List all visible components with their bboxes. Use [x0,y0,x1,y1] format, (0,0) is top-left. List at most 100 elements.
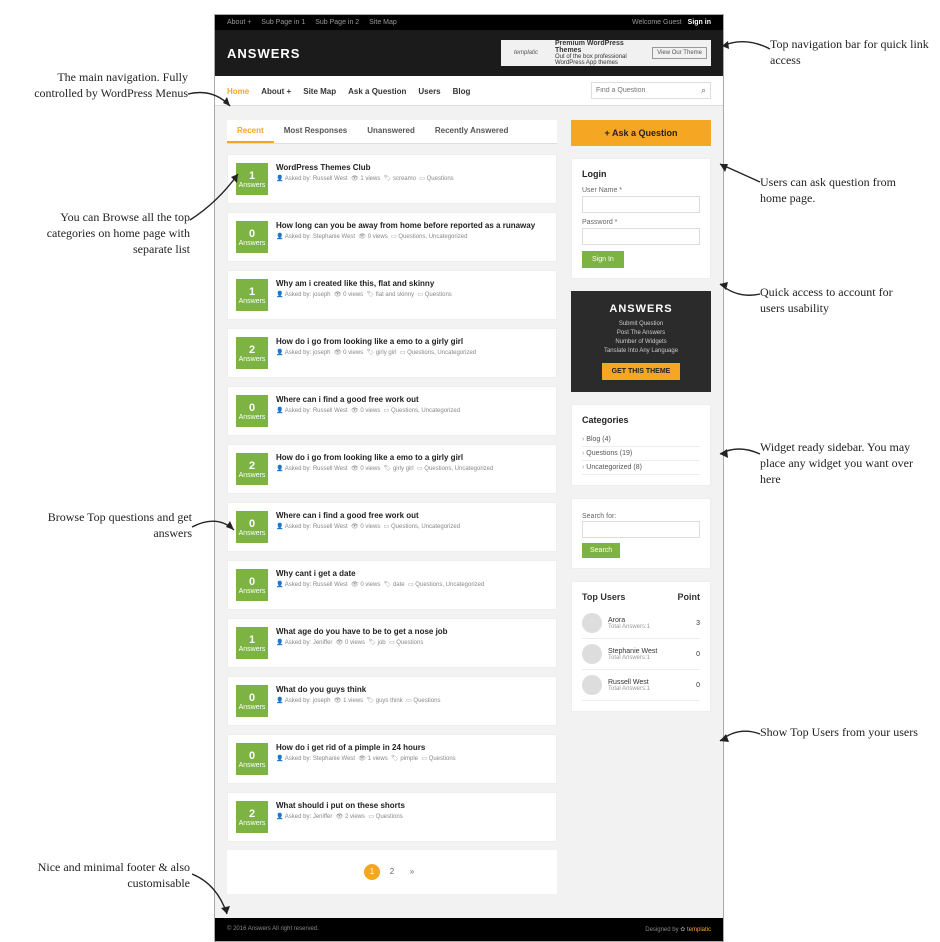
annot-login: Quick access to account for users usabil… [760,284,920,316]
welcome-text: Welcome Guest [632,19,682,26]
answer-count-badge: 1Answers [236,279,268,311]
get-theme-button[interactable]: GET THIS THEME [602,363,681,380]
tab-unanswered[interactable]: Unanswered [357,120,425,143]
search-icon[interactable]: ⌕ [701,85,706,96]
username-label: User Name * [582,187,700,194]
top-users-widget: Top Users Point AroraTotal Answers:13Ste… [571,581,711,712]
question-title[interactable]: How long can you be away from home befor… [276,221,535,230]
user-row[interactable]: Stephanie WestTotal Answers:10 [582,639,700,670]
search-for-label: Search for: [582,513,616,520]
site-logo[interactable]: ANSWERS [227,46,300,61]
header-ad[interactable]: templatic Premium WordPress ThemesOut of… [501,40,711,66]
question-meta: 👤 Asked by: joseph 👁 0 views 🏷 girly gir… [276,349,476,356]
question-item[interactable]: 0AnswersWhy cant i get a date👤 Asked by:… [227,560,557,610]
promo-widget: ANSWERS Submit Question Post The Answers… [571,291,711,392]
question-title[interactable]: What age do you have to be to get a nose… [276,627,448,636]
topbar-sitemap[interactable]: Site Map [369,19,397,26]
topbar-about[interactable]: About + [227,19,251,26]
question-item[interactable]: 2Answers What should i put on these short… [227,792,557,842]
question-item[interactable]: 2AnswersHow do i go from looking like a … [227,444,557,494]
login-widget: Login User Name * Password * Sign In [571,158,711,279]
question-item[interactable]: 0AnswersHow long can you be away from ho… [227,212,557,262]
tab-recently-answered[interactable]: Recently Answered [425,120,519,143]
user-name: Arora [608,617,690,624]
user-sub: Total Answers:1 [608,655,690,661]
question-meta: 👤 Asked by: Jeniffer 👁 0 views 🏷 job ▭ Q… [276,639,448,646]
answer-count-badge: 2Answers [236,801,268,833]
question-title[interactable]: Why cant i get a date [276,569,484,578]
nav-ask-a-question[interactable]: Ask a Question [348,87,406,96]
answer-count-badge: 0Answers [236,743,268,775]
signin-button[interactable]: Sign In [582,251,624,268]
page-1[interactable]: 1 [364,864,380,880]
promo-line1: Submit Question [579,321,703,327]
search-for-input[interactable] [582,521,700,538]
answer-count-badge: 1Answers [236,627,268,659]
question-meta: 👤 Asked by: joseph 👁 1 views 🏷 guys thin… [276,697,440,704]
ad-title: Premium WordPress Themes [555,40,624,54]
question-title[interactable]: WordPress Themes Club [276,163,454,172]
answer-count-badge: 0Answers [236,685,268,717]
question-meta: 👤 Asked by: Stephanie West 👁 0 views ▭ Q… [276,233,535,240]
question-title[interactable]: What do you guys think [276,685,440,694]
question-title[interactable]: How do i go from looking like a emo to a… [276,337,476,346]
question-meta: 👤 Asked by: Stephanie West 👁 1 views 🏷 p… [276,755,456,762]
search-input[interactable] [596,87,701,94]
top-bar: About + Sub Page in 1 Sub Page in 2 Site… [215,15,723,30]
signin-link[interactable]: Sign in [688,19,711,26]
category-item[interactable]: Uncategorized (8) [582,461,700,475]
password-label: Password * [582,219,700,226]
question-item[interactable]: 1Answers Why am i created like this, flat… [227,270,557,320]
page-»[interactable]: » [404,864,420,880]
password-input[interactable] [582,228,700,245]
nav-site-map[interactable]: Site Map [303,87,336,96]
ad-sub: Out of the box professional WordPress Ap… [555,54,627,66]
footer-brand[interactable]: templatic [687,927,711,933]
nav-users[interactable]: Users [418,87,440,96]
question-item[interactable]: 0AnswersWhere can i find a good free wor… [227,386,557,436]
question-meta: 👤 Asked by: Jeniffer 👁 2 views ▭ Questio… [276,813,405,820]
annot-browse-cats: You can Browse all the top categories on… [10,209,190,258]
annot-topnav: Top navigation bar for quick link access [770,36,930,68]
category-item[interactable]: Blog (4) [582,433,700,447]
topbar-sp1[interactable]: Sub Page in 1 [261,19,305,26]
question-item[interactable]: 1Answers What age do you have to be to ge… [227,618,557,668]
question-meta: 👤 Asked by: joseph 👁 0 views 🏷 flat and … [276,291,452,298]
answer-count-badge: 2Answers [236,337,268,369]
question-item[interactable]: 1AnswersWordPress Themes Club👤 Asked by:… [227,154,557,204]
annot-topq: Browse Top questions and get answers [32,509,192,541]
question-meta: 👤 Asked by: Russell West 👁 0 views 🏷 dat… [276,581,484,588]
question-tabs: RecentMost ResponsesUnansweredRecently A… [227,120,557,144]
question-list: 1Answers WordPress Themes Club 👤 Asked by:… [227,154,557,842]
search-for-button[interactable]: Search [582,543,620,558]
search-box[interactable]: ⌕ [591,82,711,99]
question-item[interactable]: 0Answers How do i get rid of a pimple in … [227,734,557,784]
question-title[interactable]: How do i get rid of a pimple in 24 hours [276,743,456,752]
question-meta: 👤 Asked by: Russell West 👁 0 views ▭ Que… [276,523,460,530]
question-item[interactable]: 0AnswersWhere can i find a good free wor… [227,502,557,552]
nav-home[interactable]: Home [227,87,249,96]
tab-recent[interactable]: Recent [227,120,274,143]
annot-footer: Nice and minimal footer & also customisa… [20,859,190,891]
question-title[interactable]: Why am i created like this, flat and ski… [276,279,452,288]
nav-blog[interactable]: Blog [453,87,471,96]
ask-question-button[interactable]: + Ask a Question [571,120,711,146]
ad-button[interactable]: View Our Theme [652,47,707,59]
category-item[interactable]: Questions (19) [582,447,700,461]
page-2[interactable]: 2 [384,864,400,880]
username-input[interactable] [582,196,700,213]
nav-about-[interactable]: About + [261,87,291,96]
app-screenshot: About + Sub Page in 1 Sub Page in 2 Site… [214,14,724,942]
question-title[interactable]: What should i put on these shorts [276,801,405,810]
question-title[interactable]: How do i go from looking like a emo to a… [276,453,493,462]
question-meta: 👤 Asked by: Russell West 👁 0 views 🏷 gir… [276,465,493,472]
question-title[interactable]: Where can i find a good free work out [276,395,460,404]
annot-users: Show Top Users from your users [760,724,920,740]
question-title[interactable]: Where can i find a good free work out [276,511,460,520]
user-row[interactable]: Russell WestTotal Answers:10 [582,670,700,701]
question-item[interactable]: 2Answers How do i go from looking like a … [227,328,557,378]
user-row[interactable]: AroraTotal Answers:13 [582,608,700,639]
question-item[interactable]: 0Answers What do you guys think 👤 Asked by… [227,676,557,726]
tab-most-responses[interactable]: Most Responses [274,120,358,143]
topbar-sp2[interactable]: Sub Page in 2 [315,19,359,26]
